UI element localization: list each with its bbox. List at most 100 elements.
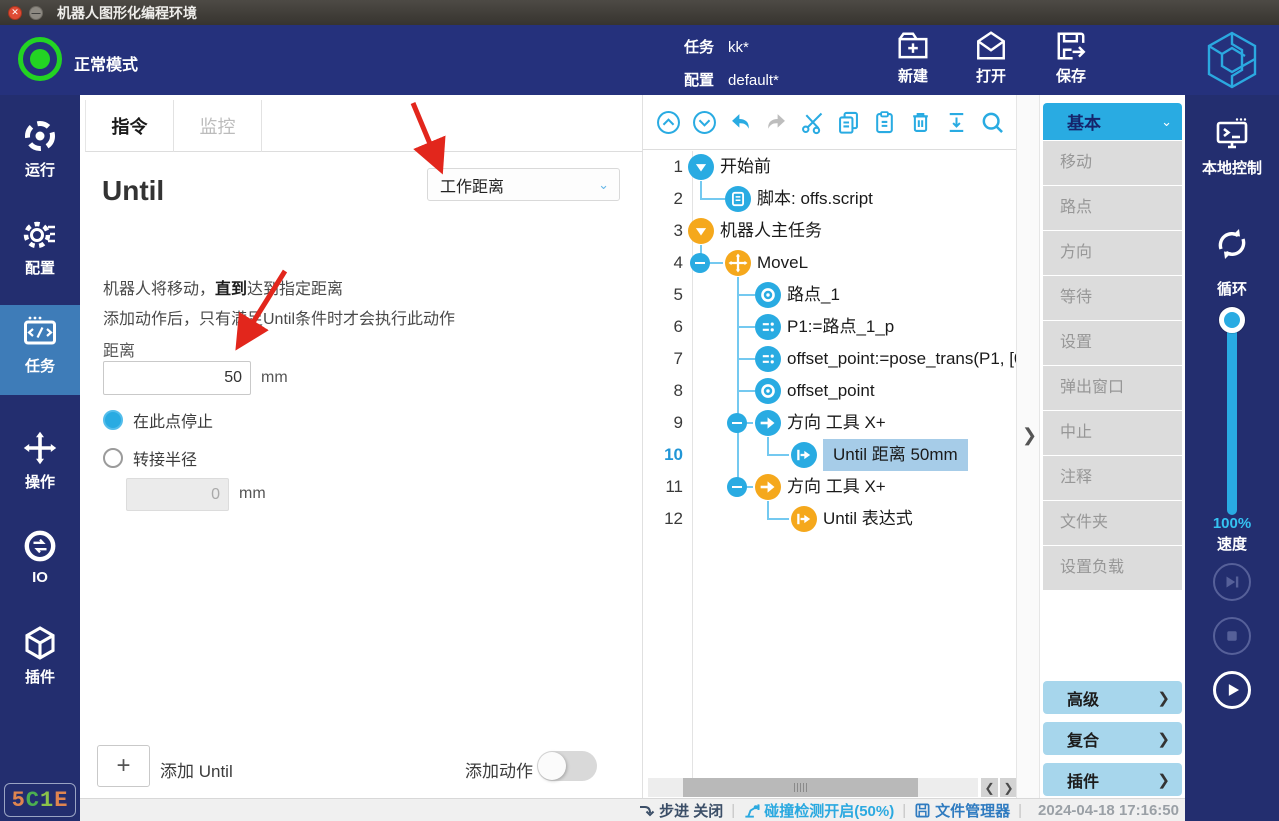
distance-input[interactable] — [103, 361, 251, 395]
expand-all-icon[interactable] — [691, 109, 718, 136]
condition-type-dropdown[interactable]: 工作距离 ⌄ — [427, 168, 620, 201]
cut-icon[interactable] — [799, 109, 826, 136]
tree-row[interactable]: 8offset_point — [643, 375, 1016, 407]
until-node-icon[interactable] — [791, 442, 817, 468]
sidebar-item-run[interactable]: 运行 — [0, 109, 80, 199]
tree-row-label[interactable]: MoveL — [757, 247, 808, 279]
palette-group[interactable]: 复合 ❯ — [1043, 722, 1182, 755]
palette-item[interactable]: 中止 — [1043, 411, 1182, 455]
step-forward-button[interactable] — [1213, 563, 1251, 601]
tree-row-label[interactable]: offset_point:=pose_trans(P1, [0,0 — [787, 343, 1038, 375]
undo-icon[interactable] — [727, 109, 754, 136]
tree-row[interactable]: 2脚本: offs.script — [643, 183, 1016, 215]
collision-detection-status[interactable]: 碰撞检测开启(50%) — [743, 800, 894, 821]
palette-item[interactable]: 方向 — [1043, 231, 1182, 275]
loop-icon[interactable] — [1213, 225, 1251, 263]
open-button[interactable]: 打开 — [959, 29, 1023, 91]
move-node-icon[interactable] — [725, 250, 751, 276]
search-icon[interactable] — [979, 109, 1006, 136]
until-node-icon[interactable] — [791, 506, 817, 532]
local-control-icon[interactable] — [1213, 115, 1251, 153]
new-button[interactable]: 新建 — [881, 29, 945, 91]
step-mode-status[interactable]: 步进 关闭 — [638, 800, 723, 821]
minimize-icon[interactable]: — — [29, 6, 43, 20]
tab-monitor[interactable]: 监控 — [174, 100, 262, 152]
palette-item[interactable]: 弹出窗口 — [1043, 366, 1182, 410]
panel-expander[interactable]: ❯ — [1016, 95, 1040, 798]
tree-row-label[interactable]: 脚本: offs.script — [757, 183, 873, 215]
tree-row[interactable]: 11方向 工具 X+ — [643, 471, 1016, 503]
collapse-minus-icon[interactable] — [690, 253, 710, 273]
paste-icon[interactable] — [871, 109, 898, 136]
palette-category-basic[interactable]: 基本 ⌄ — [1043, 103, 1182, 140]
tree-row-label[interactable]: 机器人主任务 — [720, 215, 822, 247]
tree-row[interactable]: 4MoveL — [643, 247, 1016, 279]
play-button[interactable] — [1213, 671, 1251, 709]
radio-selected-icon[interactable] — [103, 410, 123, 430]
palette-item[interactable]: 路点 — [1043, 186, 1182, 230]
blend-radius-option[interactable]: 转接半径 — [103, 446, 197, 470]
scroll-left-icon[interactable]: ❮ — [981, 778, 998, 797]
tree-row[interactable]: 5路点_1 — [643, 279, 1016, 311]
assign-node-icon[interactable] — [755, 346, 781, 372]
sidebar-item-plugin[interactable]: 插件 — [0, 616, 80, 706]
tab-instruction[interactable]: 指令 — [86, 100, 174, 152]
insert-icon[interactable] — [943, 109, 970, 136]
tree-row-label[interactable]: P1:=路点_1_p — [787, 311, 894, 343]
collapse-node-icon[interactable] — [688, 218, 714, 244]
tree-row[interactable]: 7offset_point:=pose_trans(P1, [0,0 — [643, 343, 1016, 375]
collapse-all-icon[interactable] — [655, 109, 682, 136]
stop-button[interactable] — [1213, 617, 1251, 655]
tree-row[interactable]: 1开始前 — [643, 151, 1016, 183]
operate-icon — [21, 429, 59, 467]
tree-row-label[interactable]: 方向 工具 X+ — [787, 471, 886, 503]
sidebar-item-operate[interactable]: 操作 — [0, 421, 80, 511]
waypoint-node-icon[interactable] — [755, 282, 781, 308]
radio-unselected-icon[interactable] — [103, 448, 123, 468]
assign-node-icon[interactable] — [755, 314, 781, 340]
sidebar-item-task[interactable]: 任务 — [0, 305, 80, 395]
copy-icon[interactable] — [835, 109, 862, 136]
tree-row-label[interactable]: Until 距离 50mm — [823, 439, 968, 471]
collapse-node-icon[interactable] — [688, 154, 714, 180]
tree-row-label[interactable]: 路点_1 — [787, 279, 840, 311]
config-field: 配置default* — [684, 69, 779, 90]
palette-item[interactable]: 设置 — [1043, 321, 1182, 365]
delete-icon[interactable] — [907, 109, 934, 136]
stop-here-option[interactable]: 在此点停止 — [103, 408, 213, 432]
file-manager-status[interactable]: 文件管理器 — [914, 800, 1010, 821]
add-action-toggle[interactable] — [537, 751, 597, 781]
save-button[interactable]: 保存 — [1039, 29, 1103, 91]
add-until-button[interactable]: + — [97, 745, 150, 787]
collapse-minus-icon[interactable] — [727, 477, 747, 497]
palette-item[interactable]: 等待 — [1043, 276, 1182, 320]
scroll-right-icon[interactable]: ❯ — [1000, 778, 1017, 797]
palette-item[interactable]: 移动 — [1043, 141, 1182, 185]
waypoint-node-icon[interactable] — [755, 378, 781, 404]
collapse-minus-icon[interactable] — [727, 413, 747, 433]
tree-row[interactable]: 3机器人主任务 — [643, 215, 1016, 247]
script-node-icon[interactable] — [725, 186, 751, 212]
horizontal-scrollbar-thumb[interactable] — [683, 778, 918, 797]
palette-item[interactable]: 设置负载 — [1043, 546, 1182, 590]
speed-slider-track[interactable] — [1227, 323, 1237, 515]
tree-row-label[interactable]: 开始前 — [720, 151, 771, 183]
palette-item[interactable]: 文件夹 — [1043, 501, 1182, 545]
palette-group[interactable]: 插件 ❯ — [1043, 763, 1182, 796]
direction-node-icon[interactable] — [755, 410, 781, 436]
tree-row-label[interactable]: Until 表达式 — [823, 503, 913, 535]
tree-row[interactable]: 12Until 表达式 — [643, 503, 1016, 535]
tree-row-label[interactable]: offset_point — [787, 375, 875, 407]
sidebar-item-io[interactable]: IO — [0, 519, 80, 609]
speed-slider-thumb[interactable] — [1219, 307, 1245, 333]
palette-item[interactable]: 注释 — [1043, 456, 1182, 500]
tree-row[interactable]: 9方向 工具 X+ — [643, 407, 1016, 439]
tree-row[interactable]: 10Until 距离 50mm — [643, 439, 1016, 471]
palette-group[interactable]: 高级 ❯ — [1043, 681, 1182, 714]
direction-node-icon[interactable] — [755, 474, 781, 500]
blend-radius-input[interactable] — [126, 478, 229, 511]
sidebar-item-config[interactable]: 配置 — [0, 207, 80, 297]
tree-row[interactable]: 6P1:=路点_1_p — [643, 311, 1016, 343]
tree-row-label[interactable]: 方向 工具 X+ — [787, 407, 886, 439]
close-icon[interactable]: ✕ — [8, 6, 22, 20]
